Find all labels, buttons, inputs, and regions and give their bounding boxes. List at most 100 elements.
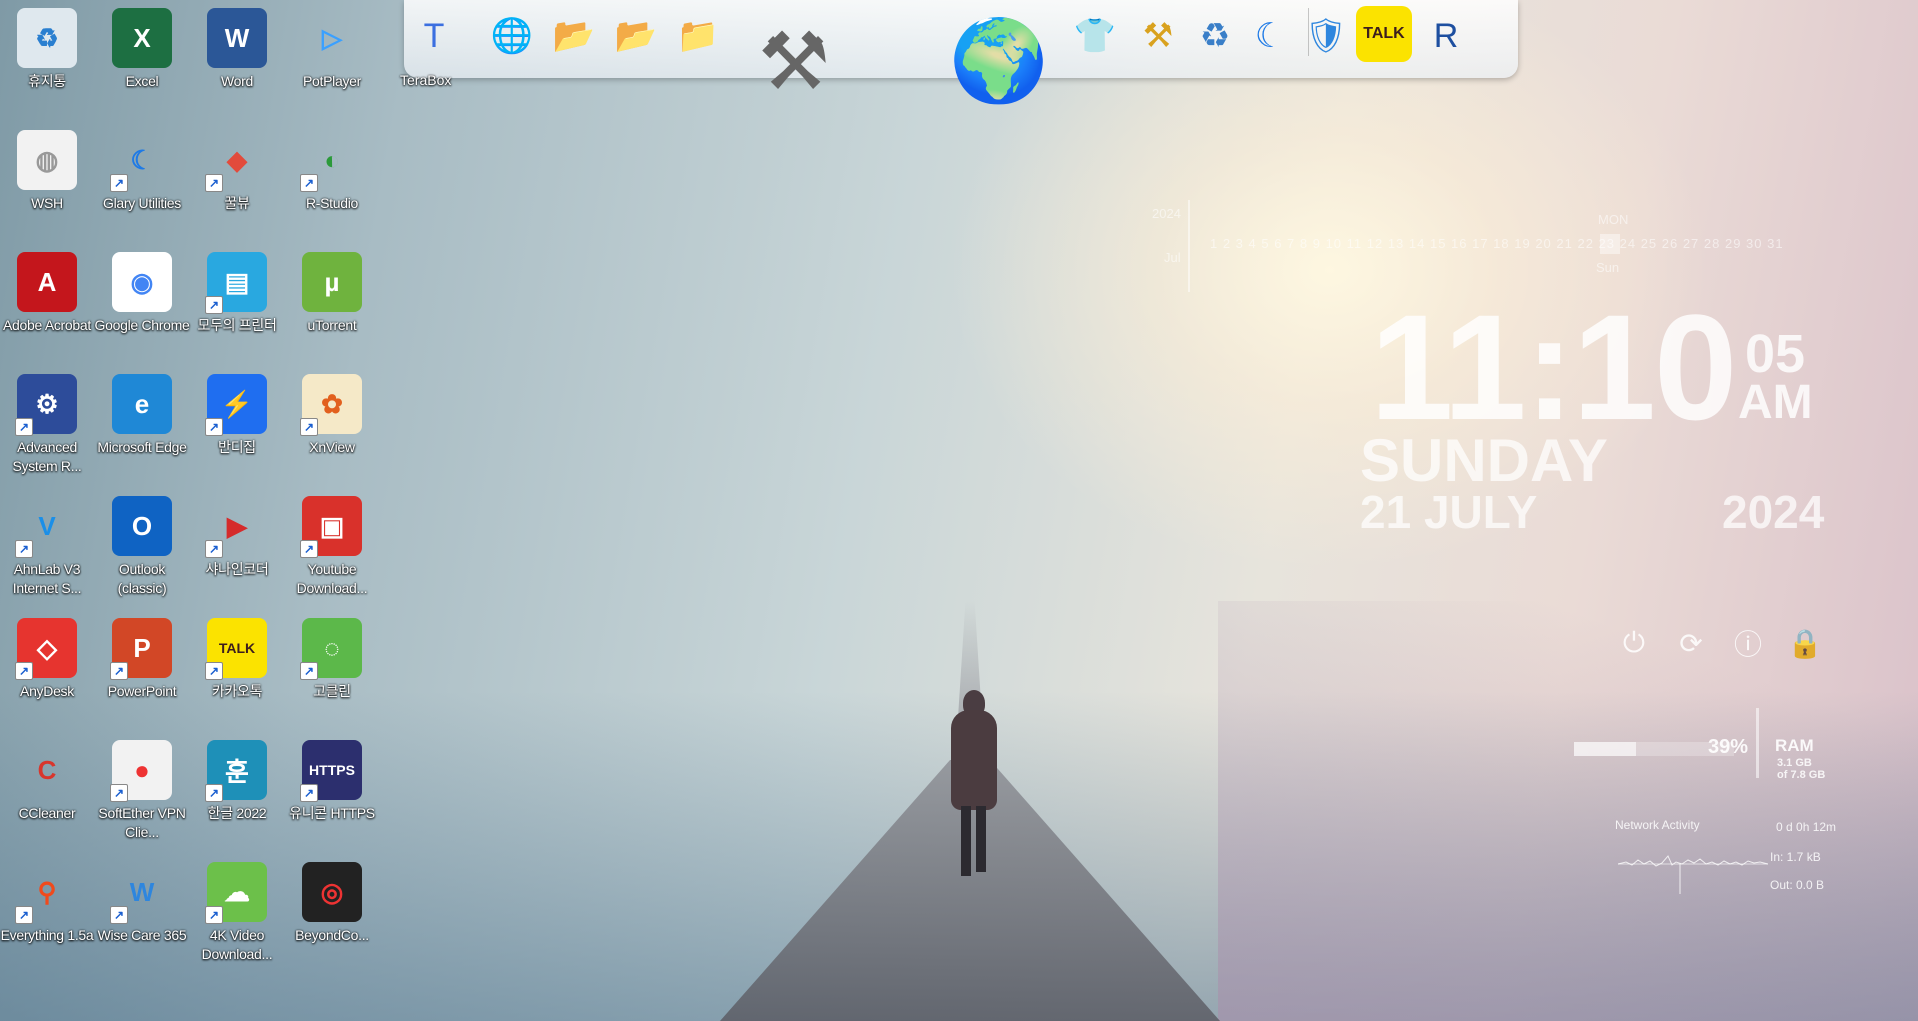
app-icon: 훈 ↗ [205,740,267,802]
calendar-month: Jul [1164,250,1181,265]
desktop-icon[interactable]: V ↗ AhnLab V3 Internet S... [1,496,93,598]
shortcut-arrow-icon: ↗ [205,784,223,802]
desktop-icon-label: Google Chrome [94,317,190,333]
tools-icon[interactable]: ⚒ [746,6,842,116]
desktop-icon[interactable]: ◐ ↗ R-Studio [286,130,378,213]
shortcut-arrow-icon: ↗ [205,906,223,924]
app-icon: ☁ ↗ [205,862,267,924]
lock-icon[interactable]: 🔒 [1788,626,1823,660]
app-icon: W ↗ [110,862,172,924]
desktop-icon[interactable]: ◉ Google Chrome [94,252,190,335]
sleep-icon[interactable]: ⓘ [1731,626,1765,660]
app-icon: HTTPS ↗ [300,740,362,802]
desktop-icon[interactable]: ● ↗ SoftEther VPN Clie... [96,740,188,842]
calendar-year: 2024 [1152,206,1181,221]
wallpaper-person [945,690,1003,880]
app-icon: O [112,496,172,556]
desktop-icon-label: 샤나인코더 [205,561,269,577]
shortcut-arrow-icon: ↗ [110,906,128,924]
desktop-icon[interactable]: e Microsoft Edge [96,374,188,457]
desktop-icon-label: BeyondCo... [295,927,369,943]
desktop-icon[interactable]: C CCleaner [1,740,93,823]
desktop-icon[interactable]: ▤ ↗ 모두의 프린터 [191,252,283,335]
desktop-icon[interactable]: ⚙ ↗ Advanced System R... [1,374,93,476]
restart-icon[interactable]: ⟳ [1674,626,1708,660]
desktop-icon[interactable]: ♻ 휴지통 [1,8,93,91]
hammer-wrench-icon[interactable]: ⚒ [1130,6,1186,66]
app-icon: ⚙ ↗ [15,374,77,436]
calendar-selected-label: Sun [1596,260,1620,275]
shortcut-arrow-icon: ↗ [205,296,223,314]
app-icon: ⚡ ↗ [205,374,267,436]
desktop-icon-label: R-Studio [305,195,359,211]
desktop-icon[interactable]: ▣ ↗ Youtube Download... [286,496,378,598]
desktop-icon[interactable]: ◆ ↗ 꿀뷰 [191,130,283,213]
glary-moon-icon[interactable]: ☾ [1244,6,1296,66]
clock-time: 11:10 [1370,283,1737,451]
r-studio-icon[interactable]: R [1418,6,1474,66]
app-icon: ◆ ↗ [205,130,267,192]
desktop-icon[interactable]: ◇ ↗ AnyDesk [1,618,93,701]
desktop-icon[interactable]: ◍ WSH [1,130,93,213]
desktop-icon[interactable]: ▷ PotPlayer [286,8,378,91]
clock-year: 2024 [1722,486,1825,538]
shortcut-arrow-icon: ↗ [15,418,33,436]
app-icon: ▣ ↗ [300,496,362,558]
desktop-icon[interactable]: O Outlook (classic) [96,496,188,598]
terabox-label: TeraBox [400,72,452,88]
tshirt-icon[interactable]: 👕 [1064,6,1126,66]
desktop-icon-label: WSH [31,195,63,211]
app-icon: ◍ [17,130,77,190]
desktop-icon-label: Excel [125,73,159,89]
globe-icon[interactable]: 🌍 [944,6,1054,116]
desktop-icon-label: AnyDesk [20,683,74,699]
desktop-icon-label: Advanced System R... [12,439,82,474]
calendar-divider [1188,200,1190,292]
desktop-icon[interactable]: TALK ↗ 카카오톡 [191,618,283,701]
desktop-icon[interactable]: ⚡ ↗ 반디집 [191,374,283,457]
folder-gray-icon[interactable]: 📁 [670,6,726,66]
shutdown-icon[interactable]: ⏻ [1617,626,1651,660]
terabox-icon[interactable]: T [404,6,464,66]
top-dock: T 🌐 📂 📂 📁 ⚒ 🌍 👕 ⚒ ♻ ☾ 🛡 TALK R [404,0,1518,106]
desktop-icon[interactable]: ⚲ ↗ Everything 1.5a [1,862,94,945]
app-icon: e [112,374,172,434]
desktop-icon[interactable]: 훈 ↗ 한글 2022 [191,740,283,823]
desktop-icon-label: 유니콘 HTTPS [289,805,375,821]
desktop-icon-label: SoftEther VPN Clie... [98,805,186,840]
folder-green-icon[interactable]: 📂 [608,6,664,66]
desktop-icon-label: 한글 2022 [207,805,267,821]
desktop-icon[interactable]: X Excel [96,8,188,91]
clock-date: 21 JULY [1360,486,1538,538]
calendar-widget: 2024 Jul MON 1 2 3 4 5 6 7 8 9 10 11 12 … [1150,200,1830,292]
desktop-icon[interactable]: A Adobe Acrobat [1,252,93,335]
desktop-icon[interactable]: HTTPS ↗ 유니콘 HTTPS [286,740,378,823]
desktop-icon-label: 꿀뷰 [224,195,250,211]
desktop-icon[interactable]: µ uTorrent [286,252,378,335]
clock-day: SUNDAY [1360,427,1608,494]
folder-icon[interactable]: 📂 [546,6,602,66]
app-icon: C [37,754,57,785]
desktop-icon-label: Adobe Acrobat [3,317,91,333]
desktop-icon-label: XnView [309,439,355,455]
desktop-icon[interactable]: ☁ ↗ 4K Video Download... [191,862,283,964]
network-title: Network Activity [1615,818,1700,832]
recycle-bin-icon[interactable]: ♻ [1190,6,1240,66]
network-globe-icon[interactable]: 🌐 [484,6,540,66]
desktop-icon[interactable]: ▶ ↗ 샤나인코더 [191,496,283,579]
ram-divider [1756,708,1759,778]
desktop-icon[interactable]: ◎ BeyondCo... [286,862,378,945]
desktop-icon[interactable]: W Word [191,8,283,91]
kakaotalk-icon[interactable]: TALK [1356,6,1412,62]
shortcut-arrow-icon: ↗ [205,540,223,558]
ram-percent: 39% [1708,736,1749,758]
shortcut-arrow-icon: ↗ [300,784,318,802]
desktop-icon[interactable]: ☾ ↗ Glary Utilities [96,130,188,213]
desktop-icon[interactable]: ✿ ↗ XnView [286,374,378,457]
desktop-icon[interactable]: P ↗ PowerPoint [96,618,188,701]
desktop-icon[interactable]: ◌ ↗ 고클린 [286,618,378,701]
app-icon: ◎ [302,862,362,922]
wise-shield-icon[interactable]: 🛡 [1300,6,1352,66]
desktop-icon-label: 고클린 [313,683,351,699]
desktop-icon[interactable]: W ↗ Wise Care 365 [96,862,188,945]
